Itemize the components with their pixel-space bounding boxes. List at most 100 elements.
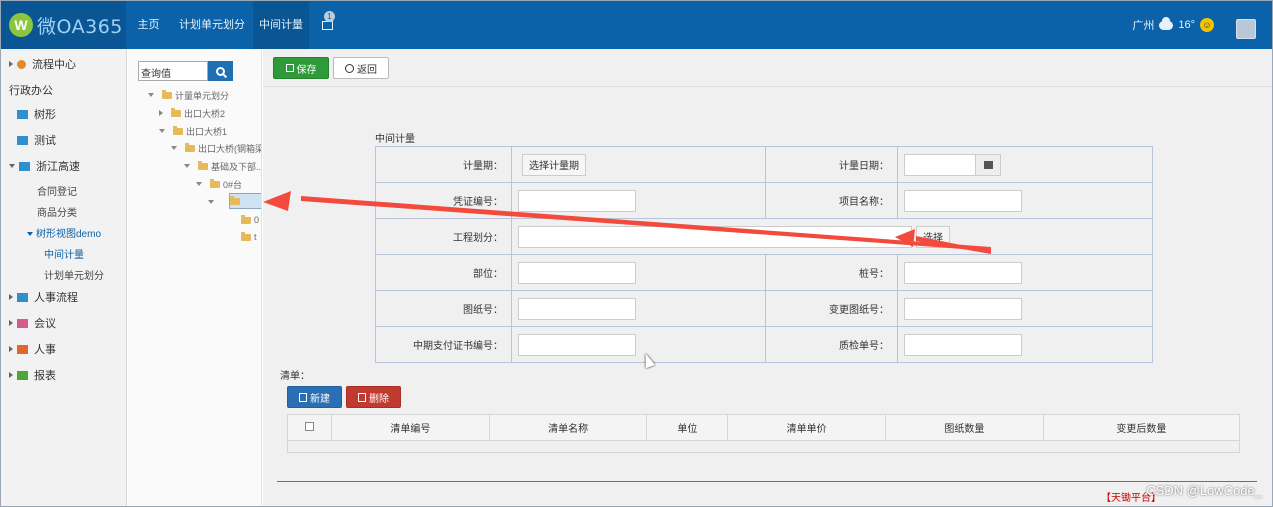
save-icon [285, 64, 294, 72]
quality-input[interactable] [904, 333, 1022, 356]
sidebar-item-test[interactable]: 测试 [1, 127, 127, 153]
emoji-icon[interactable]: ☺ [1200, 18, 1214, 32]
main-content: 保存 返回 中间计量 计量期： 选择计量期 计量日期： 凭证编号： 项目名称： … [263, 49, 1272, 506]
tree-node-selected[interactable] [229, 193, 261, 209]
user-avatar[interactable] [1236, 19, 1256, 39]
tree-node-label: t [254, 232, 257, 242]
sidebar-sub-label: 树形视图demo [36, 229, 102, 240]
select-period-button[interactable]: 选择计量期 [522, 153, 586, 176]
tree-node-n6[interactable]: 0 [241, 212, 259, 228]
sidebar-sub-plan-unit[interactable]: 计划单元划分 [44, 267, 104, 282]
tree-node-label: 出口大桥(钢箱梁... [198, 143, 262, 154]
sidebar-item-label: 测试 [34, 135, 56, 147]
nav-tabs-button[interactable]: 1 [309, 1, 345, 49]
date-label: 计量日期： [765, 146, 898, 183]
tree-node-n4[interactable]: 基础及下部... [184, 158, 262, 174]
tree-node-n3[interactable]: 出口大桥(钢箱梁... [171, 140, 262, 156]
tabs-count-badge: 1 [324, 11, 335, 22]
change-drawing-input[interactable] [904, 297, 1022, 320]
folder-icon [17, 344, 28, 354]
voucher-cell [511, 182, 766, 219]
caret-down-icon [9, 164, 15, 168]
caret-right-icon [9, 294, 13, 300]
sidebar-item-flow-center[interactable]: 流程中心 [1, 51, 127, 77]
sidebar-item-zhejiang-highway[interactable]: 浙江高速 [1, 153, 127, 179]
select-all-checkbox[interactable] [305, 421, 314, 431]
tree-node-label: 基础及下部... [211, 161, 262, 172]
back-button[interactable]: 返回 [333, 57, 389, 79]
app-logo[interactable]: W 微OA365 [1, 1, 126, 49]
col-header[interactable]: 清单名称 [488, 414, 648, 441]
sidebar-item-label: 人事 [34, 344, 56, 356]
top-nav-bar: W 微OA365 主页 计划单元划分 中间计量 1 广州 16° ☺ [1, 1, 1272, 49]
sidebar-item-meeting[interactable]: 会议 [1, 310, 127, 336]
tabs-icon [321, 20, 333, 30]
folder-icon [173, 125, 183, 135]
payment-cert-input[interactable] [518, 333, 636, 356]
sidebar-sub-contract-register[interactable]: 合同登记 [37, 183, 77, 198]
tree-panel: 查询值 计量单元划分 出口大桥2 出口大桥1 出口大桥(钢箱梁... 基础及 [128, 49, 262, 506]
payment-cert-label: 中期支付证书编号： [375, 326, 512, 363]
col-header[interactable]: 清单单价 [727, 414, 886, 441]
sidebar-section-admin[interactable]: 行政办公 [1, 77, 127, 103]
new-button[interactable]: 新建 [287, 386, 342, 408]
caret-down-icon [184, 164, 190, 168]
nav-mid-measure[interactable]: 中间计量 [253, 1, 309, 49]
period-cell: 选择计量期 [511, 146, 766, 183]
save-button[interactable]: 保存 [273, 57, 329, 79]
sidebar-item-label: 人事流程 [34, 292, 78, 304]
tree-node-label: 出口大桥2 [184, 108, 226, 119]
sidebar-item-label: 浙江高速 [36, 161, 80, 173]
voucher-input[interactable] [518, 189, 636, 212]
select-engineering-button[interactable]: 选择 [916, 225, 950, 248]
project-name-input[interactable] [904, 189, 1022, 212]
tree-node-n7[interactable]: t [241, 229, 257, 245]
sidebar-sub-goods-category[interactable]: 商品分类 [37, 204, 77, 219]
nav-home[interactable]: 主页 [126, 1, 171, 49]
sidebar-item-report[interactable]: 报表 [1, 362, 127, 388]
sidebar-item-hr-flow[interactable]: 人事流程 [1, 284, 127, 310]
sidebar-sub-mid-measure[interactable]: 中间计量 [44, 246, 84, 261]
tree-node-root[interactable]: 计量单元划分 [148, 87, 229, 103]
caret-down-icon [148, 93, 154, 97]
calendar-icon [983, 160, 993, 169]
tree-node-n5[interactable]: 0#台 [196, 176, 242, 192]
tree-node-n2[interactable]: 出口大桥1 [159, 123, 227, 139]
cloud-icon [1159, 16, 1174, 30]
nav-plan-unit[interactable]: 计划单元划分 [173, 1, 251, 49]
drawing-input[interactable] [518, 297, 636, 320]
empty-cell [287, 440, 1240, 453]
part-input[interactable] [518, 261, 636, 284]
list-header-row: 清单编号 清单名称 单位 清单单价 图纸数量 变更后数量 [287, 414, 1241, 441]
col-header[interactable]: 清单编号 [331, 414, 490, 441]
delete-button[interactable]: 删除 [346, 386, 401, 408]
new-file-icon [299, 392, 307, 402]
tree-search-input[interactable]: 查询值 [138, 61, 208, 81]
caret-right-icon [9, 346, 13, 352]
tree-search-button[interactable] [208, 61, 233, 81]
folder-icon [17, 370, 28, 380]
col-header[interactable]: 图纸数量 [884, 414, 1044, 441]
col-header[interactable]: 变更后数量 [1042, 414, 1241, 441]
sidebar-item-hr[interactable]: 人事 [1, 336, 127, 362]
sidebar-sub-tree-view-demo[interactable]: 树形视图demo [27, 225, 101, 240]
engineering-label: 工程划分： [375, 218, 512, 255]
tree-node-n1[interactable]: 出口大桥2 [159, 105, 225, 121]
folder-icon [185, 142, 195, 152]
module-icon [17, 135, 28, 145]
folder-icon [241, 214, 251, 224]
select-all-cell [287, 414, 332, 441]
folder-icon [210, 178, 220, 188]
period-label: 计量期： [375, 146, 512, 183]
pile-input[interactable] [904, 261, 1022, 284]
tree-node-expander[interactable] [208, 194, 222, 210]
date-input[interactable] [904, 153, 976, 176]
city-label: 广州 [1132, 20, 1155, 32]
form-title: 中间计量 [375, 134, 415, 145]
app-window: W 微OA365 主页 计划单元划分 中间计量 1 广州 16° ☺ 流程中心 … [0, 0, 1273, 507]
calendar-button[interactable] [975, 153, 1001, 176]
sidebar-item-tree-shape[interactable]: 树形 [1, 101, 127, 127]
engineering-input[interactable] [518, 225, 912, 248]
col-header[interactable]: 单位 [646, 414, 729, 441]
logo-mark-icon: W [9, 13, 33, 37]
